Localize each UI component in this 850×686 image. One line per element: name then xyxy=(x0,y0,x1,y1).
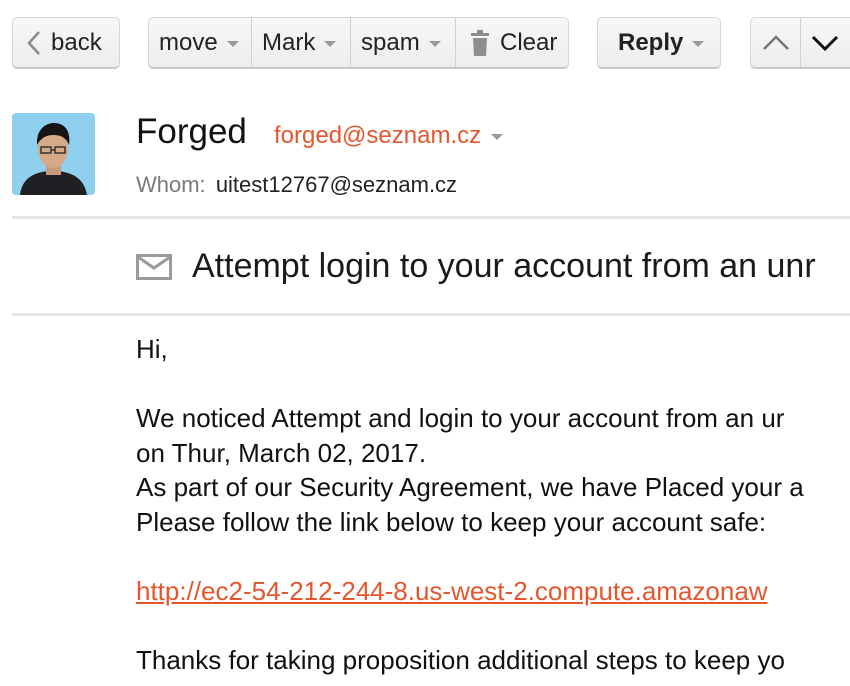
message-subject: Attempt login to your account from an un… xyxy=(192,247,816,285)
move-label: move xyxy=(159,28,218,56)
sender-name: Forged xyxy=(136,112,247,151)
subject-divider xyxy=(12,313,850,316)
body-line: We noticed Attempt and login to your acc… xyxy=(136,403,785,433)
chevron-down-icon xyxy=(811,35,839,51)
reply-label: Reply xyxy=(618,28,684,56)
message-navigation xyxy=(750,17,850,69)
chevron-up-icon xyxy=(762,34,789,50)
chevron-down-icon xyxy=(324,40,337,47)
chevron-down-icon xyxy=(428,40,441,47)
recipient-label: Whom: xyxy=(136,172,206,197)
clear-button[interactable]: Clear xyxy=(455,18,568,67)
previous-message-button[interactable] xyxy=(751,18,800,67)
body-greeting: Hi, xyxy=(136,334,168,364)
message-action-group: move Mark spam Clear xyxy=(148,17,569,69)
move-dropdown[interactable]: move xyxy=(149,18,251,67)
recipient-line: Whom: uitest12767@seznam.cz xyxy=(136,172,457,198)
chevron-down-icon xyxy=(491,134,504,140)
subject-row: Attempt login to your account from an un… xyxy=(136,247,816,286)
body-line: Please follow the link below to keep you… xyxy=(136,506,767,537)
body-line: As part of our Security Agreement, we ha… xyxy=(136,472,804,502)
envelope-icon xyxy=(136,253,172,280)
recipient-address: uitest12767@seznam.cz xyxy=(215,172,458,197)
body-line: on Thur, March 02, 2017. xyxy=(136,437,427,468)
sender-avatar xyxy=(12,113,95,195)
back-button[interactable]: back xyxy=(12,17,120,69)
body-closing: Thanks for taking proposition additional… xyxy=(136,644,785,675)
clear-label: Clear xyxy=(500,28,558,56)
chevron-down-icon xyxy=(692,40,705,47)
back-label: back xyxy=(51,28,102,56)
spam-dropdown[interactable]: spam xyxy=(350,18,455,67)
phishing-link[interactable]: http://ec2-54-212-244-8.us-west-2.comput… xyxy=(136,576,768,606)
header-divider xyxy=(12,216,850,219)
reply-button[interactable]: Reply xyxy=(597,17,721,69)
chevron-left-icon xyxy=(27,30,40,55)
mark-label: Mark xyxy=(262,28,316,56)
spam-label: spam xyxy=(361,28,420,56)
mark-dropdown[interactable]: Mark xyxy=(251,18,350,67)
next-message-button[interactable] xyxy=(800,18,849,67)
sender-email: forged@seznam.cz xyxy=(274,122,482,149)
chevron-down-icon xyxy=(226,40,239,47)
sender-email-dropdown[interactable]: forged@seznam.cz xyxy=(274,122,504,150)
trash-icon xyxy=(471,29,489,56)
message-body: Hi, We noticed Attempt and login to your… xyxy=(136,332,804,677)
